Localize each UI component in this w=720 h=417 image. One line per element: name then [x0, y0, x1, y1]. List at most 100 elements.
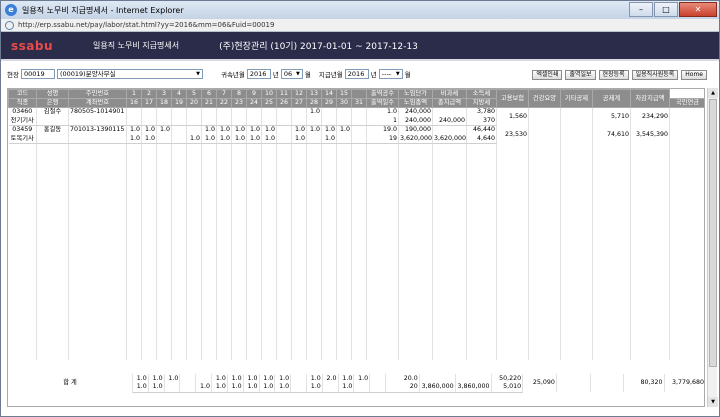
empty-cell: [398, 233, 433, 243]
empty-cell: [496, 161, 529, 171]
empty-cell: [246, 341, 262, 351]
work-days: 1: [366, 116, 399, 126]
empty-cell: [306, 332, 322, 342]
header-cell: 소득세: [466, 89, 497, 99]
empty-cell: [276, 152, 292, 162]
empty-cell: [36, 296, 69, 306]
scroll-thumb[interactable]: [709, 99, 717, 367]
empty-cell: [630, 188, 670, 198]
belong-year-input[interactable]: 2016: [246, 69, 271, 79]
empty-row: [8, 341, 705, 351]
empty-cell: [592, 287, 631, 297]
scroll-down-icon[interactable]: ▼: [708, 397, 718, 407]
empty-cell: [592, 206, 631, 216]
empty-cell: [276, 350, 292, 360]
day-cell: 1.0: [338, 383, 355, 393]
address-bar[interactable]: http://erp.ssabu.net/pay/labor/stat.html…: [1, 19, 719, 32]
empty-cell: [592, 314, 631, 324]
empty-cell: [592, 341, 631, 351]
empty-cell: [336, 179, 352, 189]
empty-cell: [630, 350, 670, 360]
pay-month-select[interactable]: ---- ▼: [378, 69, 403, 79]
close-button[interactable]: ✕: [679, 2, 717, 17]
resident-no: 701013-1390115: [68, 125, 127, 135]
empty-cell: [560, 224, 593, 234]
empty-cell: [306, 206, 322, 216]
toolbar-button-3[interactable]: 일용직사원등록: [631, 70, 679, 80]
empty-cell: [261, 287, 277, 297]
empty-cell: [276, 179, 292, 189]
empty-cell: [528, 179, 561, 189]
empty-cell: [246, 215, 262, 225]
empty-row: [8, 224, 705, 234]
toolbar-button-4[interactable]: Home: [681, 70, 707, 80]
table-row[interactable]: 03459 홍길동 701013-1390115 1.0 1.0 1.0 1.0 1.0 1.0…: [8, 125, 705, 144]
empty-cell: [246, 305, 262, 315]
empty-cell: [336, 206, 352, 216]
empty-cell: [216, 332, 232, 342]
empty-cell: [261, 215, 277, 225]
site-select[interactable]: (00019)분양사무실 ▼: [56, 69, 203, 79]
empty-cell: [321, 215, 337, 225]
worker-account: [68, 134, 127, 144]
day-cell: 1.0: [274, 374, 292, 383]
empty-cell: [246, 251, 262, 261]
empty-cell: [36, 269, 69, 279]
day-cell: 1.0: [132, 383, 149, 393]
empty-cell: [36, 188, 69, 198]
empty-cell: [8, 170, 37, 180]
url-text[interactable]: http://erp.ssabu.net/pay/labor/stat.html…: [18, 21, 274, 29]
vertical-scrollbar[interactable]: ▲ ▼: [707, 88, 718, 407]
maximize-button[interactable]: □: [654, 2, 678, 17]
empty-cell: [336, 332, 352, 342]
empty-cell: [186, 179, 202, 189]
empty-cell: [126, 233, 142, 243]
empty-cell: [291, 206, 307, 216]
empty-cell: [432, 197, 467, 207]
empty-cell: [201, 323, 217, 333]
empty-row: [8, 179, 705, 189]
empty-cell: [432, 233, 467, 243]
empty-row: [8, 197, 705, 207]
toolbar-button-0[interactable]: 엑셀인쇄: [532, 70, 563, 80]
toolbar-button-2[interactable]: 현장등록: [598, 70, 629, 80]
day-cell: [353, 383, 371, 393]
empty-cell: [216, 341, 232, 351]
toolbar-button-1[interactable]: 출역일보: [565, 70, 596, 80]
empty-cell: [351, 170, 367, 180]
total-label: 합 계: [8, 374, 133, 392]
empty-cell: [560, 305, 593, 315]
minimize-button[interactable]: –: [629, 2, 653, 17]
worker-code: 03459: [8, 125, 37, 135]
empty-cell: [306, 341, 322, 351]
pay-year-input[interactable]: 2016: [344, 69, 369, 79]
empty-cell: [231, 188, 247, 198]
total-health-ins: [556, 374, 591, 392]
empty-cell: [466, 305, 497, 315]
empty-cell: [306, 197, 322, 207]
title-bar[interactable]: e 일용직 노무비 지급명세서 - Internet Explorer – □ …: [1, 1, 719, 19]
empty-cell: [630, 332, 670, 342]
empty-cell: [366, 233, 399, 243]
empty-cell: [291, 143, 307, 153]
table-row[interactable]: 03460 김철수 780505-1014901 1.0 1.0 240,000 3,780…: [8, 107, 705, 126]
empty-cell: [8, 197, 37, 207]
empty-cell: [246, 233, 262, 243]
scroll-up-icon[interactable]: ▲: [708, 88, 718, 98]
header-cell: 은행: [36, 98, 69, 108]
empty-cell: [231, 305, 247, 315]
empty-cell: [630, 287, 670, 297]
header-cell: 24: [246, 98, 262, 108]
total-ded: 80,320: [623, 374, 665, 392]
empty-cell: [291, 161, 307, 171]
day-cell: [186, 116, 202, 126]
day-cell: [291, 116, 307, 126]
empty-row: [8, 350, 705, 360]
site-code-input[interactable]: 00019: [20, 69, 55, 79]
empty-cell: [68, 341, 127, 351]
belong-month-select[interactable]: 06 ▼: [280, 69, 303, 79]
empty-cell: [398, 161, 433, 171]
empty-cell: [261, 278, 277, 288]
empty-cell: [336, 233, 352, 243]
empty-cell: [201, 179, 217, 189]
